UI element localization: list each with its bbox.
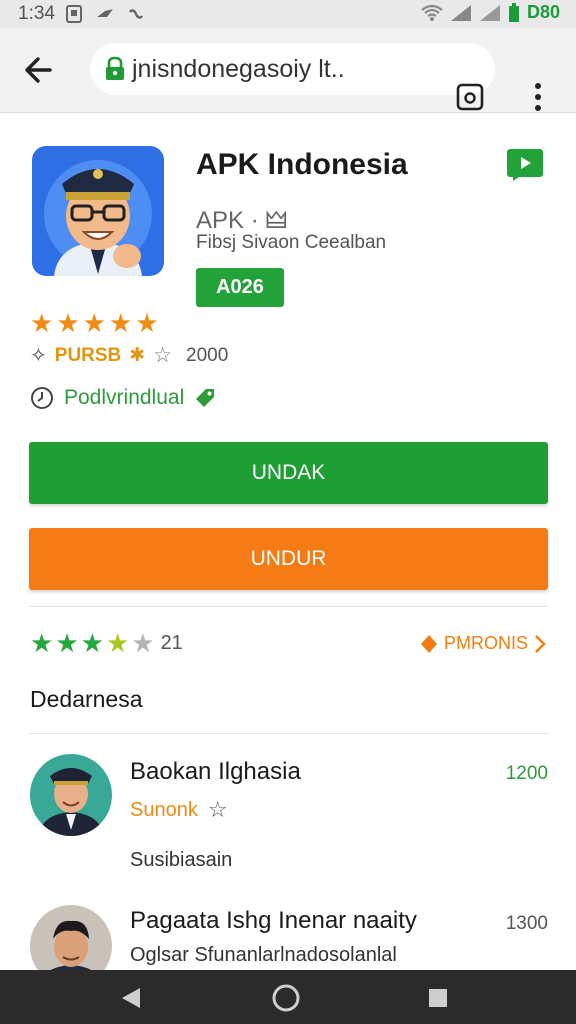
review-text: Susibiasain — [130, 849, 233, 871]
star-icon: ★ — [56, 308, 80, 338]
star-icon: ★ — [105, 628, 130, 658]
wifi-icon — [421, 4, 443, 21]
review-text: Oglsar Sfunanlarlnadosolanlal — [130, 944, 397, 966]
star-icon: ★ — [30, 628, 54, 658]
star-icon: ★ — [108, 308, 133, 338]
reviewer-avatar-1 — [38, 768, 104, 836]
divider — [29, 606, 548, 607]
nav-back-icon[interactable] — [120, 986, 142, 1010]
nav-recents-icon[interactable] — [428, 988, 448, 1008]
clock-icon — [31, 387, 53, 409]
system-nav-bar — [0, 970, 576, 1024]
review-author: Baokan Ilghasia — [130, 758, 301, 785]
status-bar: 1:34 D80 — [0, 0, 576, 28]
review-tag: Sunonk ☆ — [130, 797, 228, 823]
outline-star-icon: ☆ — [207, 797, 228, 822]
version-badge: A026 — [196, 268, 284, 307]
download-button-primary[interactable]: UNDAK — [29, 442, 548, 504]
stats-count: 2000 — [186, 344, 229, 366]
divider — [29, 733, 548, 734]
url-text[interactable]: jnisndonegasoiy lt.. — [132, 55, 345, 84]
app-stats: ✧ PURSB ✱ ☆ 2000 — [30, 343, 228, 368]
notification-icon — [66, 5, 82, 23]
sparkle-icon: ✧ — [30, 345, 47, 367]
stats-label: PURSB — [54, 344, 122, 366]
battery-level: D80 — [526, 2, 560, 22]
publisher-name: Podlvrindlual — [64, 386, 185, 409]
app-developer[interactable]: Fibsj Sivaon Ceealban — [196, 232, 386, 254]
more-vert-icon[interactable] — [530, 81, 546, 113]
browser-toolbar: jnisndonegasoiy lt.. — [0, 28, 576, 113]
outline-star-icon: ☆ — [153, 344, 173, 367]
tag-icon — [196, 389, 215, 407]
battery-icon — [508, 2, 519, 22]
star-icon: ★ — [55, 628, 79, 658]
review-tag-label: Sunonk — [130, 798, 198, 821]
chevron-right-icon — [535, 634, 546, 653]
play-store-icon[interactable] — [507, 149, 543, 181]
back-arrow-icon[interactable] — [22, 50, 56, 90]
pilot-avatar-illustration — [44, 160, 152, 276]
cell-signal-icon — [450, 4, 471, 21]
review-number: 1300 — [505, 913, 548, 934]
signal-arrow-icon — [97, 9, 113, 17]
status-time: 1:34 — [18, 3, 55, 24]
rating-link-label: PMRONIS — [443, 633, 528, 653]
star-icon: ★ — [135, 308, 159, 338]
nav-home-icon[interactable] — [271, 983, 301, 1013]
rating-link[interactable]: PMRONIS — [420, 633, 546, 654]
star-icon: ★ — [82, 308, 106, 338]
status-right: D80 — [421, 2, 560, 23]
publisher-row[interactable]: Podlvrindlual — [30, 386, 216, 410]
rating-count: 21 — [160, 631, 183, 654]
notification-icons — [66, 5, 144, 23]
download-button-secondary[interactable]: UNDUR — [29, 528, 548, 590]
rating-summary: ★ ★ ★ ★ ★ 21 — [30, 630, 183, 656]
app-icon — [32, 146, 164, 276]
app-title: APK Indonesia — [196, 148, 408, 181]
reader-mode-icon[interactable] — [456, 83, 484, 111]
infinity-icon — [129, 9, 143, 19]
avatar — [30, 754, 112, 836]
review-number: 1200 — [505, 763, 548, 784]
app-rating-stars: ★ ★ ★ ★ ★ — [30, 310, 159, 336]
diamond-icon — [420, 634, 437, 653]
star-icon: ★ — [131, 628, 155, 658]
star-icon: ★ — [30, 308, 54, 338]
cell-signal-2-icon — [479, 4, 500, 21]
star-badge-icon: ✱ — [129, 345, 146, 366]
star-icon: ★ — [80, 628, 104, 658]
lock-icon — [106, 56, 124, 80]
review-author: Pagaata Ishg Inenar naaity — [130, 907, 417, 934]
section-title: Dedarnesa — [30, 686, 143, 712]
url-bar[interactable]: jnisndonegasoiy lt.. — [90, 43, 495, 95]
